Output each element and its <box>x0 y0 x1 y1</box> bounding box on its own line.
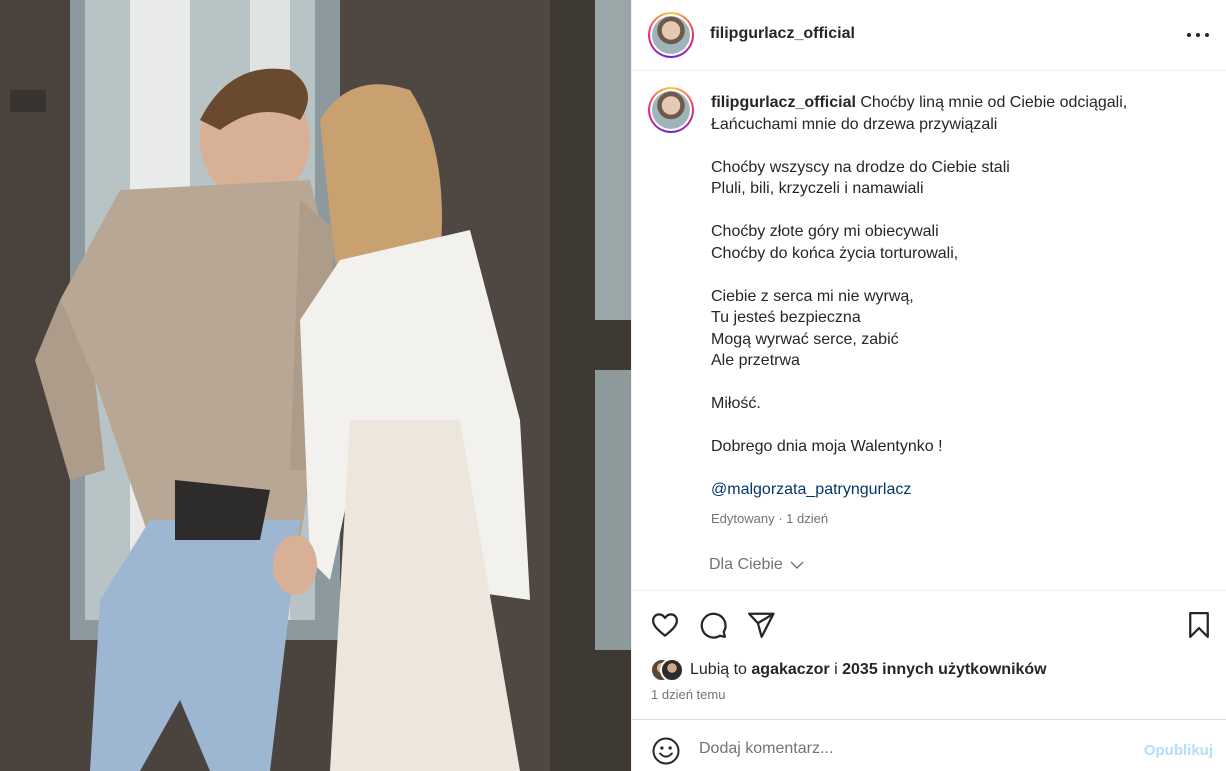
post-photo-image <box>0 0 631 771</box>
publish-button[interactable]: Opublikuj <box>1144 742 1213 759</box>
chevron-down-icon <box>790 561 804 569</box>
author-username[interactable]: filipgurlacz_official <box>710 25 855 43</box>
caption-author-avatar[interactable] <box>648 87 694 133</box>
share-icon[interactable] <box>746 610 776 640</box>
for-you-label: Dla Ciebie <box>709 556 783 573</box>
caption-line: Pluli, bili, krzyczeli i namawiali <box>711 180 924 197</box>
post-photo[interactable] <box>0 0 631 771</box>
likes-summary: Lubią to agakaczor i 2035 innych użytkow… <box>650 658 1047 682</box>
caption-line: Miłość. <box>711 395 761 412</box>
post-header: filipgurlacz_official <box>632 0 1226 71</box>
post-actions: Lubią to agakaczor i 2035 innych użytkow… <box>632 590 1226 720</box>
caption-line: Choćby liną mnie od Ciebie odciągali, <box>860 94 1128 111</box>
caption-line: Ale przetrwa <box>711 352 800 369</box>
emoji-icon[interactable] <box>651 736 681 766</box>
edited-timestamp: Edytowany · 1 dzień <box>711 511 829 526</box>
caption-line: Choćby złote góry mi obiecywali <box>711 223 939 240</box>
likes-user-link[interactable]: agakaczor <box>751 661 829 679</box>
caption-line: Ciebie z serca mi nie wyrwą, <box>711 287 914 305</box>
likes-prefix: Lubią to <box>690 661 747 678</box>
caption-username[interactable]: filipgurlacz_official <box>711 94 856 111</box>
caption-mention-link[interactable]: @malgorzata_patryngurlacz <box>711 481 911 498</box>
heart-icon[interactable] <box>650 610 680 640</box>
author-avatar[interactable] <box>648 12 694 58</box>
more-icon[interactable] <box>1187 26 1209 44</box>
caption-area: filipgurlacz_official Choćby liną mnie o… <box>632 72 1226 590</box>
bookmark-icon[interactable] <box>1184 610 1214 640</box>
liker-avatar[interactable] <box>660 658 684 682</box>
for-you-toggle[interactable]: Dla Ciebie <box>709 556 805 574</box>
post-caption: filipgurlacz_official Choćby liną mnie o… <box>711 92 1201 501</box>
caption-line: Choćby do końca życia torturowali, <box>711 244 959 262</box>
caption-line: Mogą wyrwać serce, zabić <box>711 330 899 348</box>
post-time-ago[interactable]: 1 dzień temu <box>651 687 725 702</box>
caption-line: Łańcuchami mnie do drzewa przywiązali <box>711 115 998 133</box>
comment-icon[interactable] <box>698 610 728 640</box>
caption-line: Choćby wszyscy na drodze do Ciebie stali <box>711 158 1010 176</box>
comment-input[interactable] <box>699 734 1119 764</box>
post-details-panel: filipgurlacz_official filipgurlacz_offic… <box>631 0 1226 771</box>
comment-bar: Opublikuj <box>632 719 1226 771</box>
caption-line: Dobrego dnia moja Walentynko ! <box>711 438 943 455</box>
likes-others-link[interactable]: 2035 innych użytkowników <box>842 661 1047 679</box>
caption-line: Tu jesteś bezpieczna <box>711 309 861 326</box>
likes-connector: i <box>834 661 838 678</box>
